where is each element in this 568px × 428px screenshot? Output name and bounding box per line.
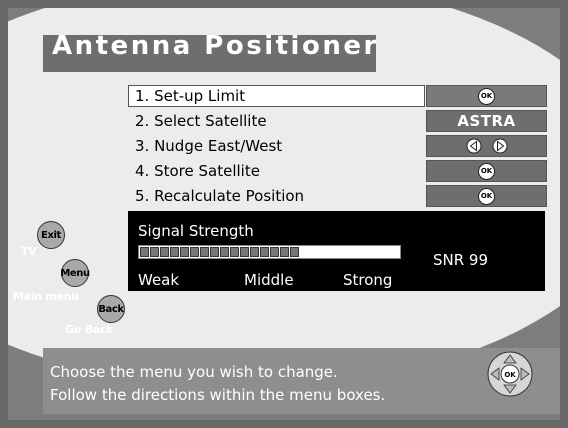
- left-arrow-icon[interactable]: [466, 138, 482, 154]
- page-title: Antenna Positioner: [52, 31, 379, 61]
- signal-bar-segment: [260, 247, 269, 257]
- help-line-2: Follow the directions within the menu bo…: [50, 386, 386, 404]
- menu-button[interactable]: Menu: [60, 259, 90, 287]
- dpad-ok-label: OK: [504, 371, 516, 379]
- menu-item-setup-limit[interactable]: 1. Set-up Limit: [128, 85, 425, 107]
- store-satellite-ok-box[interactable]: OK: [426, 160, 547, 182]
- right-arrow-icon[interactable]: [492, 138, 508, 154]
- signal-strength-bar: [138, 245, 401, 259]
- scale-middle-label: Middle: [244, 271, 294, 289]
- signal-bar-segment: [180, 247, 189, 257]
- menu-item-select-satellite[interactable]: 2. Select Satellite: [128, 110, 425, 132]
- menu-item-nudge-east-west[interactable]: 3. Nudge East/West: [128, 135, 425, 157]
- signal-bar-segment: [250, 247, 259, 257]
- back-button[interactable]: Back: [97, 295, 125, 323]
- menu-item-recalculate-position[interactable]: 5. Recalculate Position: [128, 185, 425, 207]
- signal-bar-segment: [160, 247, 169, 257]
- menu-caption: Main menu: [13, 290, 79, 303]
- signal-bar-segment: [290, 247, 299, 257]
- scale-strong-label: Strong: [343, 271, 393, 289]
- ok-icon: OK: [478, 87, 495, 105]
- signal-bar-segment: [280, 247, 289, 257]
- select-satellite-value-box[interactable]: ASTRA: [426, 110, 547, 132]
- osd-screen: Antenna Positioner 1. Set-up Limit OK 2.…: [0, 0, 568, 428]
- scale-weak-label: Weak: [138, 271, 180, 289]
- signal-bar-segment: [220, 247, 229, 257]
- exit-button[interactable]: Exit: [37, 221, 65, 249]
- help-line-1: Choose the menu you wish to change.: [50, 363, 338, 381]
- signal-strength-title: Signal Strength: [138, 222, 254, 240]
- signal-bar-segment: [200, 247, 209, 257]
- exit-caption: TV: [21, 245, 37, 258]
- menu-item-store-satellite[interactable]: 4. Store Satellite: [128, 160, 425, 182]
- signal-bar-segment: [270, 247, 279, 257]
- satellite-value: ASTRA: [457, 112, 516, 130]
- ok-icon: OK: [478, 187, 495, 205]
- recalculate-position-ok-box[interactable]: OK: [426, 185, 547, 207]
- signal-bar-segment: [150, 247, 159, 257]
- back-caption: Go Back: [65, 323, 113, 336]
- ok-icon: OK: [478, 162, 495, 180]
- nudge-arrows-box[interactable]: [426, 135, 547, 157]
- signal-bar-segment: [230, 247, 239, 257]
- signal-bar-segment: [210, 247, 219, 257]
- signal-bar-segment: [240, 247, 249, 257]
- snr-readout: SNR 99: [433, 251, 489, 269]
- dpad-icon[interactable]: OK: [487, 351, 533, 397]
- signal-bar-segment: [140, 247, 149, 257]
- signal-bar-segment: [190, 247, 199, 257]
- signal-bar-segment: [170, 247, 179, 257]
- setup-limit-ok-box[interactable]: OK: [426, 85, 547, 107]
